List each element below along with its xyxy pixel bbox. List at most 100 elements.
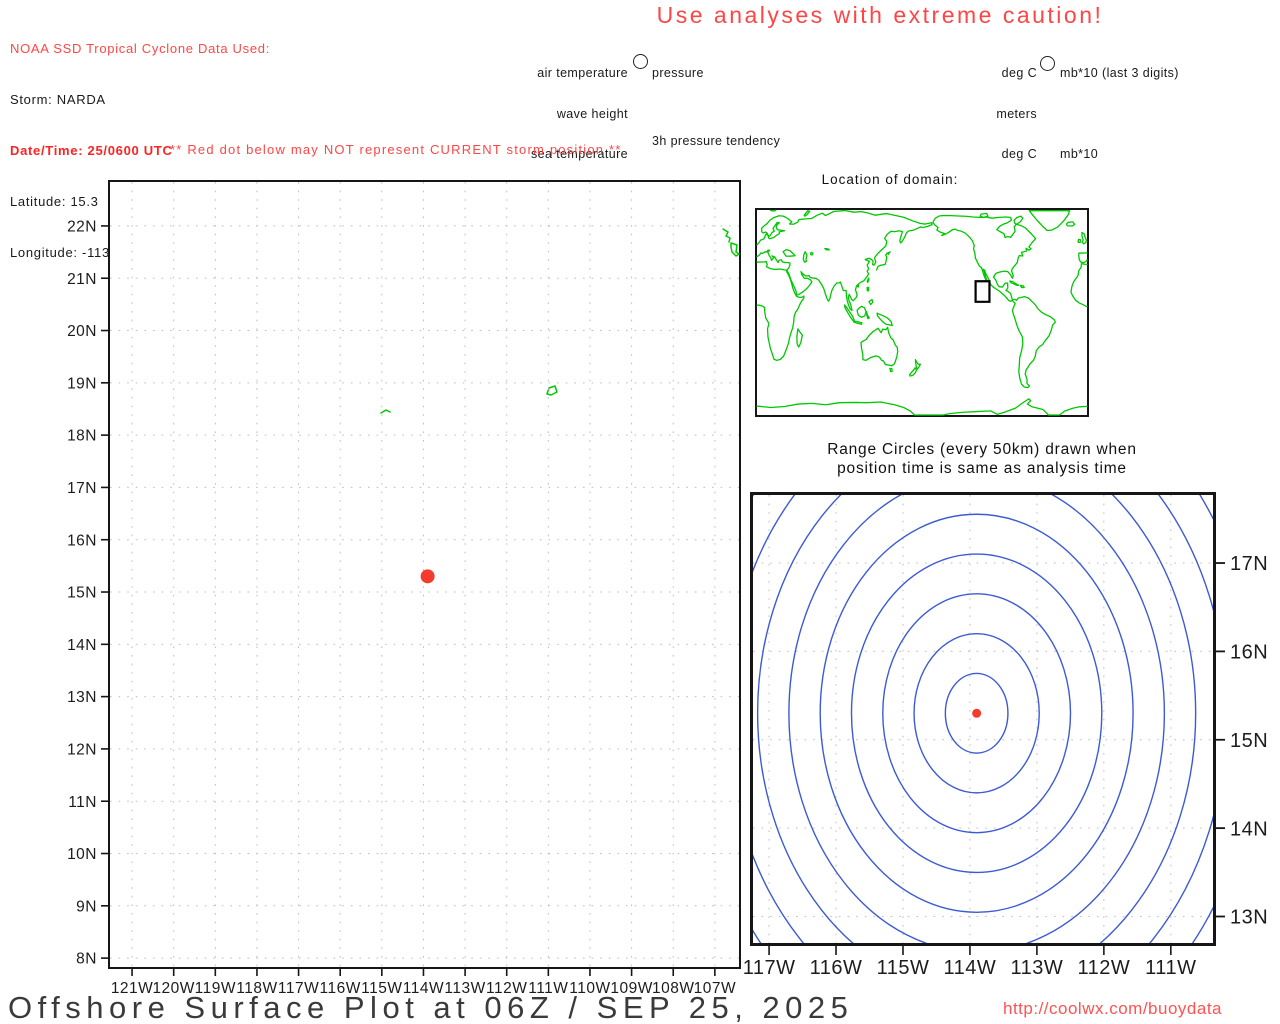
range-circles-plot: 117W116W115W114W113W112W111W17N16N15N14N… [750, 492, 1216, 946]
coast-uk [1082, 233, 1086, 244]
y-tick-label: 14N [67, 637, 97, 654]
storm-position-dot [421, 569, 435, 583]
x-tick-label: 115W [877, 957, 930, 979]
legend-blank [1060, 108, 1179, 122]
legend-right-values: mb*10 (last 3 digits) mb*10 [1060, 40, 1179, 189]
islas-marias-outline [723, 229, 730, 242]
coast-java [854, 321, 862, 324]
range-title-line1: Range Circles (every 50km) drawn when [758, 441, 1206, 460]
y-tick-label: 9N [76, 898, 97, 915]
x-tick-label: 114W [944, 957, 997, 979]
legend-unit-degc-1: deg C [952, 67, 1037, 81]
coast-antarctica [757, 399, 1087, 415]
coast-fragment-outline [731, 243, 739, 256]
coast-new-guinea [877, 313, 892, 325]
locator-map-panel [755, 208, 1089, 417]
aral-sea [811, 252, 813, 255]
x-tick-label: 116W [810, 957, 863, 979]
range-circles-title: Range Circles (every 50km) drawn when po… [758, 441, 1206, 478]
y-tick-label: 16N [67, 532, 97, 549]
y-tick-label: 10N [67, 846, 97, 863]
coast-australia [861, 327, 898, 366]
coast-ireland [1078, 239, 1081, 242]
domain-box [976, 281, 990, 302]
coast-madagascar [797, 329, 803, 347]
source-url-link[interactable]: http://coolwx.com/buoydata [1003, 999, 1222, 1019]
storm-position-warning: ** Red dot below may NOT represent CURRE… [170, 142, 622, 157]
y-tick-label: 15N [67, 585, 97, 602]
storm-name: Storm: NARDA [10, 91, 270, 108]
y-tick-label: 16N [1230, 642, 1268, 664]
coast-victoria-island [980, 213, 988, 217]
buoy-plot-page: NOAA SSD Tropical Cyclone Data Used: Sto… [0, 0, 1280, 1024]
legend-air-temperature: air temperature [500, 67, 628, 81]
coast-borneo [857, 306, 866, 317]
legend-pressure: pressure [652, 67, 780, 81]
legend-left-values: pressure 3h pressure tendency [652, 40, 780, 175]
x-tick-label: 117W [743, 957, 796, 979]
legend-unit-mb: mb*10 [1060, 148, 1179, 162]
coast-baffin [1014, 216, 1023, 224]
coast-west-africa [1071, 264, 1087, 307]
y-tick-label: 11N [68, 794, 97, 811]
range-plot-canvas: 117W116W115W114W113W112W111W17N16N15N14N… [753, 495, 1213, 943]
y-tick-label: 14N [1230, 818, 1268, 840]
y-tick-label: 13N [67, 689, 97, 706]
coast-sulawesi [867, 312, 870, 319]
coast-japan [877, 252, 890, 270]
legend-unit-meters: meters [952, 108, 1037, 122]
caution-headline: Use analyses with extreme caution! [620, 2, 1140, 29]
y-tick-label: 18N [67, 428, 97, 445]
lake-balkhash [825, 249, 830, 250]
legend-right-units: deg C meters deg C [952, 40, 1037, 189]
y-tick-label: 17N [1230, 553, 1268, 575]
world-map [757, 210, 1087, 415]
storm-info-title: NOAA SSD Tropical Cyclone Data Used: [10, 40, 270, 57]
coast-nz-south [910, 368, 917, 376]
station-circle-icon [633, 54, 648, 69]
coast-iberia [1079, 253, 1087, 263]
y-tick-label: 13N [1230, 907, 1268, 929]
storm-position-dot [972, 709, 981, 718]
station-circle-icon [1040, 56, 1055, 71]
x-tick-label: 113W [1011, 957, 1064, 979]
black-sea [783, 250, 795, 257]
coast-eurasia [757, 211, 932, 311]
x-tick-label: 112W [1077, 957, 1130, 979]
x-tick-label: 111W [1145, 957, 1196, 979]
y-tick-label: 12N [67, 741, 97, 758]
y-tick-label: 8N [76, 951, 97, 968]
main-plot-canvas: 121W120W119W118W117W116W115W114W113W112W… [110, 182, 739, 967]
y-tick-label: 15N [1230, 730, 1268, 752]
legend-unit-degc-2: deg C [952, 148, 1037, 162]
coast-tasmania [890, 369, 892, 372]
coast-taiwan [867, 278, 869, 282]
coast-novaya-zemlya [804, 211, 810, 216]
y-tick-label: 20N [67, 323, 97, 340]
coast-iceland [1066, 222, 1074, 226]
y-tick-label: 21N [67, 271, 97, 288]
coast-nz-north [915, 360, 920, 370]
locator-title: Location of domain: [756, 172, 1024, 187]
legend-left-labels: air temperature wave height sea temperat… [500, 40, 628, 189]
y-tick-label: 22N [67, 219, 97, 236]
coast-hispaniola [1021, 285, 1025, 287]
coast-luzon [867, 287, 868, 291]
socorro-island-outline [547, 386, 557, 395]
coast-mindanao [869, 300, 873, 305]
coast-north-america [933, 215, 1055, 387]
range-title-line2: position time is same as analysis time [758, 460, 1206, 479]
y-tick-label: 17N [67, 480, 97, 497]
y-tick-label: 19N [67, 375, 97, 392]
main-surface-plot: 121W120W119W118W117W116W115W114W113W112W… [108, 180, 741, 969]
legend-unit-mb-digits: mb*10 (last 3 digits) [1060, 67, 1179, 81]
coast-greenland [1029, 211, 1069, 231]
page-title: Offshore Surface Plot at 06Z / SEP 25, 2… [8, 990, 853, 1024]
legend-wave-height: wave height [500, 108, 628, 122]
caspian-sea [803, 252, 807, 263]
legend-pressure-tendency: 3h pressure tendency [652, 135, 780, 149]
coast-africa [757, 262, 804, 361]
coast-cuba [1010, 281, 1019, 285]
coast-svalbard [771, 210, 776, 211]
clarion-island-outline [381, 410, 390, 413]
